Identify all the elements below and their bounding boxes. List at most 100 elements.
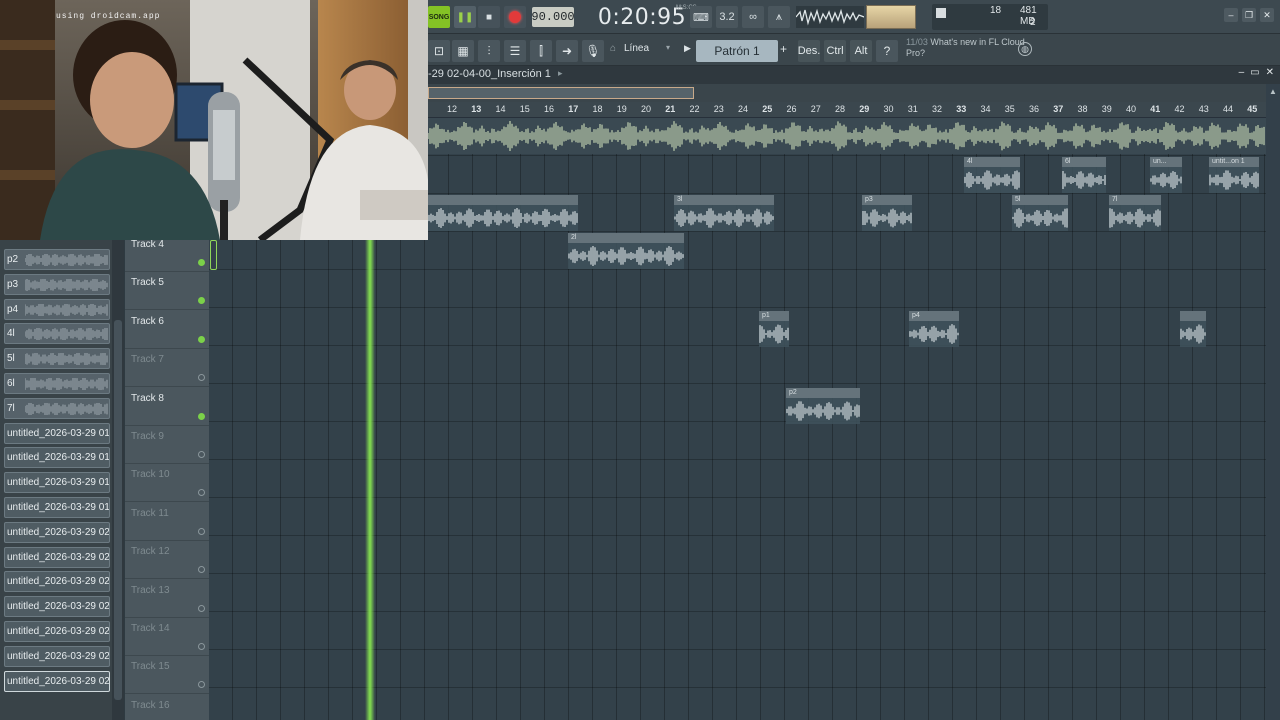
audio-clip[interactable]: 2l xyxy=(568,233,684,269)
news-panel[interactable]: 11/03 What's new in FL Cloud Pro? xyxy=(906,37,1036,63)
audio-clip[interactable]: p4 xyxy=(909,311,959,347)
audio-clip[interactable] xyxy=(1180,311,1206,347)
master-volume-meter[interactable] xyxy=(866,5,916,29)
browser-item[interactable]: untitled_2026-03-29 01-... xyxy=(4,497,110,518)
close-icon[interactable]: ✕ xyxy=(1266,67,1274,78)
browser-scrollbar[interactable] xyxy=(112,240,124,720)
track-mute-led[interactable] xyxy=(198,335,205,343)
track-header[interactable]: Track 16 xyxy=(125,695,209,720)
browser-item[interactable]: untitled_2026-03-29 02-... xyxy=(4,546,110,568)
browser-item[interactable]: 7l xyxy=(4,397,110,419)
ctrl-button[interactable]: Ctrl xyxy=(824,40,846,62)
tempo-display[interactable]: 90.000 xyxy=(531,7,575,27)
timeline-ruler[interactable]: 12 13 14 15 16 17 18 19 20 21 22 23 24 25 26 27 28 29 30 31… xyxy=(428,102,1266,118)
undo-button[interactable]: Des. xyxy=(798,40,820,62)
step-edit-icon[interactable]: 3.2 xyxy=(716,6,738,28)
snap-selector[interactable]: Línea xyxy=(624,43,649,54)
metronome-icon[interactable]: ⩚ xyxy=(768,6,790,28)
audio-clip[interactable]: p1 xyxy=(759,311,789,347)
track-header[interactable]: Track 5 xyxy=(125,272,209,311)
audio-clip[interactable]: p3 xyxy=(862,195,912,231)
track-header[interactable]: Track 9 xyxy=(125,426,209,464)
browser-item[interactable]: 4l xyxy=(4,323,110,345)
browser-item[interactable]: p2 xyxy=(4,249,110,270)
browser-item[interactable]: untitled_2026-03-29 02-... xyxy=(4,571,110,593)
browser-item[interactable]: untitled_2026-03-29 01-... xyxy=(4,422,110,444)
minimize-icon[interactable]: – xyxy=(1239,67,1245,78)
horizontal-scrollbar[interactable] xyxy=(428,84,1280,102)
audio-clip[interactable]: 3l xyxy=(674,195,774,231)
browser-item[interactable]: 6l xyxy=(4,373,110,394)
track-mute-led[interactable] xyxy=(198,604,205,612)
countdown-icon[interactable]: ∞ xyxy=(742,6,764,28)
track-header[interactable]: Track 13 xyxy=(125,580,209,618)
browser-item[interactable]: untitled_2026-03-29 02-... xyxy=(4,670,110,692)
track-mute-led[interactable] xyxy=(198,451,205,458)
track-mute-led[interactable] xyxy=(198,259,205,266)
audio-clip[interactable] xyxy=(428,195,578,231)
track-mute-led[interactable] xyxy=(198,297,205,305)
track-header[interactable]: Track 14 xyxy=(125,618,209,656)
track-mute-led[interactable] xyxy=(198,527,205,535)
browser-item[interactable]: untitled_2026-03-29 02-... xyxy=(4,521,110,543)
scroll-thumb[interactable] xyxy=(428,87,694,99)
browser-item[interactable]: untitled_2026-03-29 01-... xyxy=(4,472,110,494)
audio-clip[interactable]: 7l xyxy=(1109,195,1161,231)
browser-item[interactable]: p3 xyxy=(4,273,110,295)
track-header[interactable]: Track 7 xyxy=(125,349,209,388)
track-mute-led[interactable] xyxy=(198,412,205,420)
audio-clip[interactable]: 6l xyxy=(1062,157,1106,193)
minimize-icon[interactable]: – xyxy=(1224,8,1238,22)
pattern-selector[interactable]: Patrón 1 xyxy=(696,40,778,62)
track-mute-led[interactable] xyxy=(198,643,205,650)
track-header[interactable]: Track 15 xyxy=(125,656,209,695)
browser-item[interactable]: p4 xyxy=(4,298,110,320)
help-icon[interactable]: ? xyxy=(876,40,898,62)
arrow-right-icon[interactable]: ➜ xyxy=(556,40,578,62)
time-display[interactable]: 0:20:95 xyxy=(598,2,686,32)
audio-clip[interactable]: p2 xyxy=(786,388,860,424)
globe-icon[interactable]: ◍ xyxy=(1018,42,1032,56)
track-header[interactable]: Track 11 xyxy=(125,503,209,541)
audio-clip[interactable]: 5l xyxy=(1012,195,1068,231)
track-mute-led[interactable] xyxy=(198,681,205,689)
track-header[interactable]: Track 8 xyxy=(125,388,209,426)
browser-item[interactable]: untitled_2026-03-29 02-... xyxy=(4,596,110,618)
track-header[interactable]: Track 12 xyxy=(125,541,209,580)
track-header[interactable]: Track 6 xyxy=(125,311,209,349)
track-header[interactable]: Track 10 xyxy=(125,464,209,503)
mixer-icon[interactable]: ⫿ xyxy=(530,40,552,62)
track-mute-led[interactable] xyxy=(198,489,205,497)
close-icon[interactable]: ✕ xyxy=(1260,8,1274,22)
vertical-scrollbar[interactable]: ▲ xyxy=(1266,84,1280,720)
add-pattern-icon[interactable]: + xyxy=(780,42,787,56)
play-triangle-icon[interactable]: ▶ xyxy=(684,43,691,54)
browser-item[interactable]: untitled_2026-03-29 02-... xyxy=(4,645,110,667)
browser-toggle-icon[interactable]: ⊡ xyxy=(428,40,450,62)
typing-keyboard-icon[interactable]: ⌨ xyxy=(690,6,712,28)
audio-clip[interactable]: untit...on 1 xyxy=(1209,157,1259,193)
chevron-up-icon[interactable]: ▲ xyxy=(1268,86,1278,96)
playlist-icon[interactable]: ▦ xyxy=(452,40,474,62)
maximize-icon[interactable]: ▭ xyxy=(1250,67,1259,78)
channel-rack-icon[interactable]: ☰ xyxy=(504,40,526,62)
audio-clip[interactable]: 4l xyxy=(964,157,1020,193)
microphone-icon[interactable]: 🎙 xyxy=(582,40,604,62)
stop-button[interactable]: ■ xyxy=(478,6,500,28)
alt-button[interactable]: Alt xyxy=(850,40,872,62)
clip-waveform-preview xyxy=(25,402,108,415)
audio-track-lane[interactable] xyxy=(428,118,1266,154)
song-mode-button[interactable]: SONG xyxy=(428,6,450,28)
audio-clip[interactable]: un... xyxy=(1150,157,1182,193)
browser-scroll-thumb[interactable] xyxy=(114,320,122,700)
browser-item[interactable]: 5l xyxy=(4,348,110,370)
loop-start-marker[interactable] xyxy=(210,240,217,270)
piano-roll-icon[interactable]: ⫶ xyxy=(478,40,500,62)
browser-item[interactable]: untitled_2026-03-29 01-... xyxy=(4,447,110,469)
track-mute-led[interactable] xyxy=(198,566,205,574)
record-button[interactable] xyxy=(504,6,526,28)
maximize-icon[interactable]: ❐ xyxy=(1242,8,1256,22)
browser-item[interactable]: untitled_2026-03-29 02-... xyxy=(4,621,110,642)
track-mute-led[interactable] xyxy=(198,374,205,382)
play-pause-button[interactable]: ❚❚ xyxy=(454,6,476,28)
